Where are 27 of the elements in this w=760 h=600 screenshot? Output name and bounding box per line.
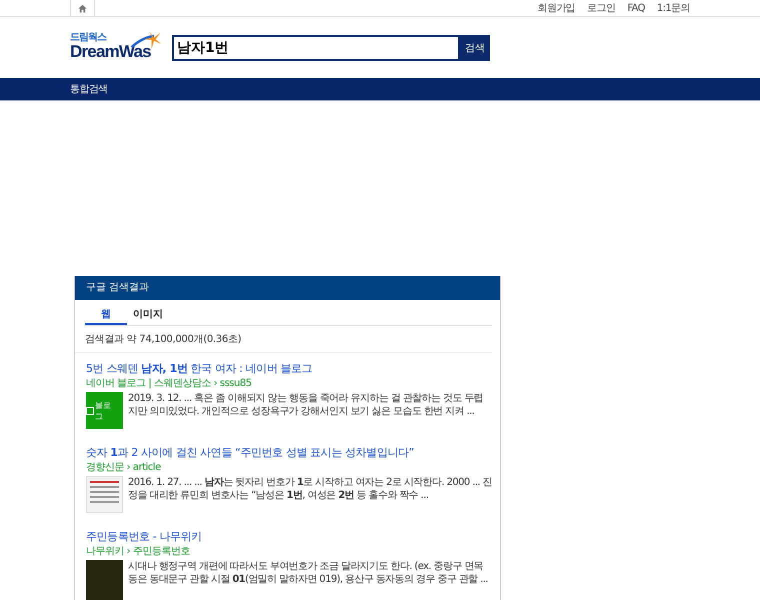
top-link[interactable]: 1:1문의 bbox=[656, 1, 690, 15]
top-link[interactable]: 로그인 bbox=[587, 1, 616, 15]
panel-header: 구글 검색결과 bbox=[75, 276, 500, 300]
result-source: 경향신문 › article bbox=[86, 461, 162, 474]
photo-placeholder bbox=[86, 560, 123, 600]
result-source: 네이버 블로그 | 스웨덴상담소 › sssu85 bbox=[86, 377, 252, 390]
result-source: 나무위키 › 주민등록번호 bbox=[86, 545, 191, 558]
search-field[interactable]: 남자1번 bbox=[172, 34, 460, 60]
tab[interactable]: 이미지 bbox=[127, 304, 169, 325]
square-icon bbox=[86, 406, 94, 414]
top-link[interactable]: 회원가입 bbox=[538, 1, 576, 15]
thumbnail-label: 블로그 bbox=[94, 400, 112, 422]
document-thumbnail bbox=[86, 476, 123, 513]
result-title-link[interactable]: 5번 스웨덴 남자, 1번 한국 여자 : 네이버 블로그 bbox=[86, 361, 492, 376]
tab[interactable]: 웹 bbox=[85, 304, 127, 325]
search-button[interactable]: 검색 bbox=[460, 34, 490, 60]
result-snippet: 시대나 행정구역 개편에 따라서도 부여번호가 조금 달라지기도 한다. (ex. 중랑구 면목동은 동대문구 관할 시절 01(엄밀히 말하자면 019), 용산구 동자동의 경우 중구 관할 ... bbox=[128, 560, 489, 587]
result-snippet: 2016. 1. 27. ... ... 남자는 뒷자리 번호가 1로 시작하고 여자는 2로 시작한다. 2000 ... 진정을 대리한 류민희 변호사는 “남성은 1번, 여성은 2번 등 홀수와 짝수 ... bbox=[128, 476, 492, 503]
result-snippet: 2019. 3. 12. ... 혹은 좀 이해되지 않는 행동을 죽어라 유지하는 걸 관찰하는 것도 두렵지만 의미있었다. 개인적으로 성장욕구가 강해서인지 보기 싫은 모습도 한번 지켜 ... bbox=[128, 392, 484, 419]
nav-link[interactable]: 통합검색 bbox=[70, 82, 108, 96]
result-count: 검색결과 약 74,100,000개(0.36초) bbox=[75, 326, 492, 353]
logo[interactable]: 드림웍스 DreamWas bbox=[70, 32, 162, 62]
home-button[interactable] bbox=[70, 0, 95, 16]
top-link[interactable]: FAQ bbox=[627, 2, 645, 14]
result-title-link[interactable]: 주민등록번호 - 나무위키 bbox=[86, 529, 492, 544]
home-icon bbox=[78, 4, 87, 12]
result-title-link[interactable]: 숫자 1과 2 사이에 걸친 사연들 “주민번호 성별 표시는 성차별입니다” bbox=[86, 445, 492, 460]
